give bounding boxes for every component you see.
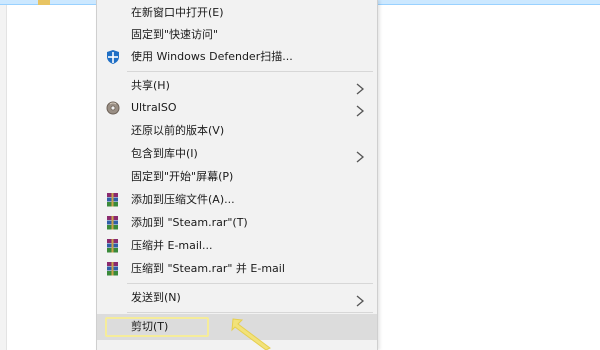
menu-item-label: 包含到库中(I) [131, 147, 198, 160]
menu-separator [127, 312, 373, 313]
windows-defender-shield-icon [105, 49, 121, 65]
submenu-arrow-icon [355, 292, 365, 307]
menu-item-label: UltraISO [131, 101, 177, 114]
winrar-books-icon [105, 238, 121, 254]
menu-item-label: 剪切(T) [131, 320, 169, 333]
menu-item-label: 发送到(N) [131, 291, 181, 304]
menu-item-add-to-steam-rar[interactable]: 添加到 "Steam.rar"(T) [97, 212, 377, 234]
menu-item-restore-versions[interactable]: 还原以前的版本(V) [97, 120, 377, 142]
menu-item-label: 添加到 "Steam.rar"(T) [131, 216, 248, 229]
menu-item-share[interactable]: 共享(H) [97, 75, 377, 97]
menu-item-pin-start[interactable]: 固定到"开始"屏幕(P) [97, 166, 377, 188]
pointer-arrow-icon [230, 316, 280, 350]
submenu-arrow-icon [355, 148, 365, 163]
screen: 在新窗口中打开(E) 固定到"快速访问" 使用 Windows Defender… [0, 0, 600, 350]
menu-item-add-to-archive[interactable]: 添加到压缩文件(A)... [97, 189, 377, 211]
menu-item-compress-email[interactable]: 压缩并 E-mail... [97, 235, 377, 257]
menu-separator [127, 71, 373, 72]
menu-item-label: 固定到"快速访问" [131, 28, 219, 41]
menu-item-label: 固定到"开始"屏幕(P) [131, 170, 234, 183]
submenu-arrow-icon [355, 80, 365, 95]
folder-icon [38, 0, 50, 5]
menu-item-label: 添加到压缩文件(A)... [131, 193, 235, 206]
menu-item-label: 使用 Windows Defender扫描... [131, 50, 293, 63]
menu-item-label: 共享(H) [131, 79, 170, 92]
menu-item-send-to[interactable]: 发送到(N) [97, 287, 377, 309]
winrar-books-icon [105, 261, 121, 277]
winrar-books-icon [105, 192, 121, 208]
menu-item-label: 压缩并 E-mail... [131, 239, 213, 252]
navigation-pane-edge [0, 5, 7, 350]
menu-item-ultraiso[interactable]: UltraISO [97, 97, 377, 119]
menu-item-open-new-window[interactable]: 在新窗口中打开(E) [97, 2, 377, 24]
context-menu: 在新窗口中打开(E) 固定到"快速访问" 使用 Windows Defender… [96, 0, 378, 350]
menu-separator [127, 283, 373, 284]
menu-item-label: 在新窗口中打开(E) [131, 6, 224, 19]
menu-item-label: 还原以前的版本(V) [131, 124, 225, 137]
submenu-arrow-icon [355, 102, 365, 117]
ultraiso-disc-icon [105, 100, 121, 116]
menu-item-include-in-library[interactable]: 包含到库中(I) [97, 143, 377, 165]
menu-item-pin-quick-access[interactable]: 固定到"快速访问" [97, 24, 377, 46]
winrar-books-icon [105, 215, 121, 231]
menu-item-label: 压缩到 "Steam.rar" 并 E-mail [131, 262, 285, 275]
menu-item-defender-scan[interactable]: 使用 Windows Defender扫描... [97, 46, 377, 68]
menu-item-compress-steam-email[interactable]: 压缩到 "Steam.rar" 并 E-mail [97, 258, 377, 280]
